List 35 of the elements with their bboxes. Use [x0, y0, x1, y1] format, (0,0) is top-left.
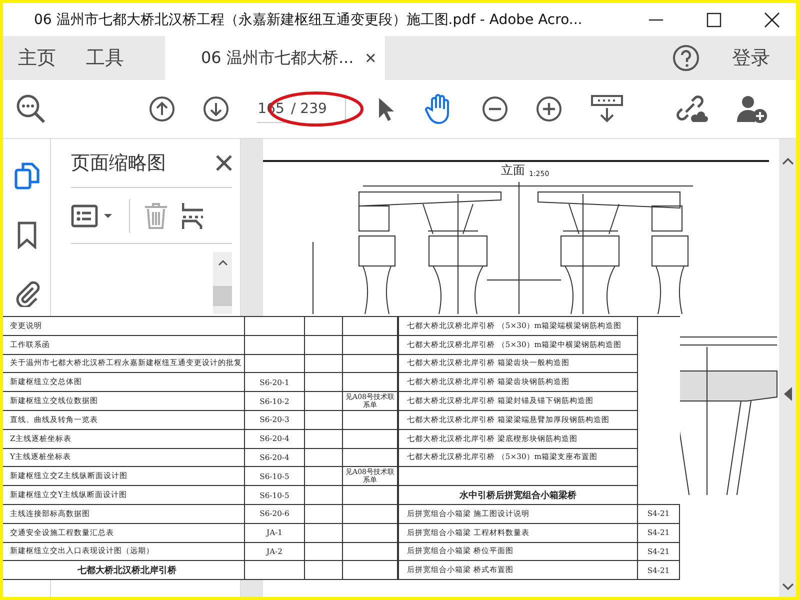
window-title: 06 温州市七都大桥北汉桥工程（永嘉新建枢纽互通变更段）施工图.pdf - Adobe Acro... [34, 10, 582, 28]
table-cell: 水中引桥后拼宽组合小箱梁桥 [398, 486, 638, 504]
nav-tab[interactable]: 主页 [3, 36, 71, 80]
drawing-title: 立面 [501, 163, 525, 177]
close-icon[interactable] [764, 12, 780, 28]
document-tab[interactable]: 06 温州市七都大桥... [165, 36, 385, 80]
paperclip-icon[interactable] [14, 279, 40, 307]
help-icon[interactable] [672, 44, 700, 72]
previous-page-icon[interactable] [149, 96, 175, 122]
link-cloud-icon[interactable] [676, 94, 708, 124]
sign-in-button[interactable]: 登录 [726, 36, 776, 80]
options-icon[interactable] [71, 204, 115, 228]
close-icon[interactable] [366, 53, 375, 63]
document-tab-label[interactable]: 06 温州市七都大桥... [201, 48, 354, 68]
add-user-icon[interactable] [736, 94, 768, 124]
crop-pages-icon[interactable] [182, 202, 204, 230]
table-cell: 七都大桥北汉桥北岸引桥 [3, 561, 245, 580]
search-icon[interactable] [15, 93, 47, 125]
bookmark-icon[interactable] [16, 221, 36, 249]
maximize-icon[interactable] [706, 12, 722, 28]
zoom-in-icon[interactable] [536, 96, 562, 122]
close-icon[interactable] [216, 155, 232, 171]
panel-title: 页面缩略图 [71, 151, 166, 176]
scroll-up-icon[interactable] [782, 157, 794, 165]
scrollbar[interactable] [213, 252, 232, 314]
nav-tab[interactable]: 工具 [71, 36, 139, 80]
collapse-arrow-icon[interactable] [784, 387, 792, 401]
zoom-out-icon[interactable] [482, 96, 508, 122]
next-page-icon[interactable] [203, 96, 229, 122]
scroll-down-icon[interactable] [782, 583, 794, 591]
scrollbar[interactable] [779, 139, 796, 597]
keyboard-download-icon[interactable] [590, 94, 624, 124]
pages-icon[interactable] [14, 161, 40, 191]
page-total: / 239 [291, 101, 327, 117]
scroll-up-icon[interactable] [218, 260, 228, 266]
